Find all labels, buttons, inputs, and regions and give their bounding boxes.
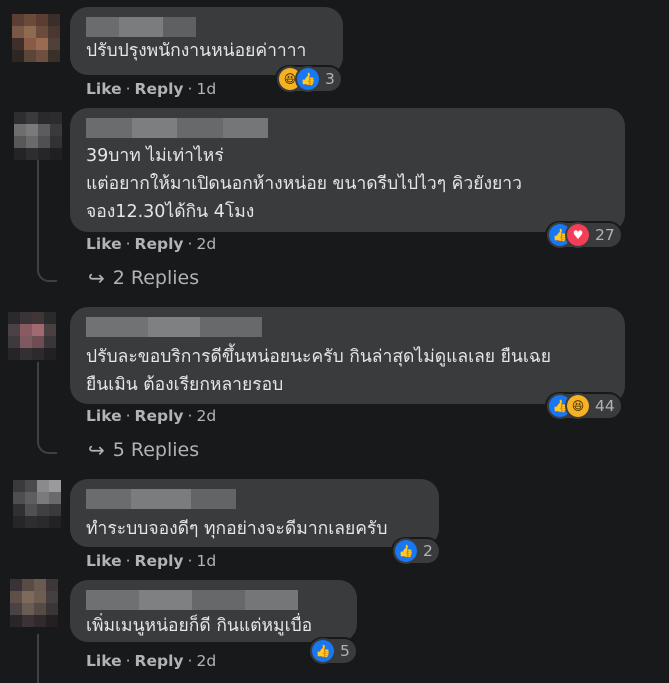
like-button[interactable]: Like [86,235,122,253]
reaction-count: 3 [325,70,335,88]
like-button[interactable]: Like [86,552,122,570]
like-button[interactable]: Like [86,80,122,98]
comment-bubble: ปรับละขอบริการดีขึ้นหน่อยนะครับ กินล่าสุ… [70,307,625,404]
reaction-count: 5 [340,642,350,660]
avatar[interactable] [13,480,61,528]
reactions-summary[interactable]: 👍 5 [310,639,356,663]
avatar[interactable] [10,579,58,627]
reply-button[interactable]: Reply [135,407,184,425]
comment-bubble: เพิ่มเมนูหน่อยก็ดี กินแต่หมูเบื่อ [70,580,357,642]
thread-line [37,362,39,442]
haha-reaction-icon: 😆 [567,395,589,417]
comments-section: ปรับปรุงพนักงานหน่อยค่าาาา 😆 👍 3 Like · … [0,0,669,683]
separator-dot: · [187,552,193,570]
timestamp[interactable]: 1d [196,80,216,98]
separator-dot: · [187,407,193,425]
separator-dot: · [125,652,131,670]
author-name-blurred[interactable] [86,489,236,509]
separator-dot: · [187,652,193,670]
view-replies-link[interactable]: ↪ 5 Replies [88,438,199,462]
comment-actions: Like · Reply · 2d [86,652,216,670]
author-name-blurred[interactable] [86,118,268,138]
separator-dot: · [125,407,131,425]
author-name-blurred[interactable] [86,590,298,610]
reply-arrow-icon: ↪ [88,266,105,290]
timestamp[interactable]: 1d [196,552,216,570]
reactions-summary[interactable]: 👍 😆 44 [547,394,621,418]
reaction-count: 2 [423,542,433,560]
reply-button[interactable]: Reply [135,652,184,670]
comment-actions: Like · Reply · 1d [86,80,216,98]
thread-connector [37,266,57,282]
author-name-blurred[interactable] [86,17,196,37]
thread-connector [37,438,57,454]
comment-text: ปรับปรุงพนักงานหน่อยค่าาาา [86,41,307,61]
reactions-summary[interactable]: 👍 ♥ 27 [547,223,621,247]
timestamp[interactable]: 2d [196,235,216,253]
avatar[interactable] [12,14,60,62]
separator-dot: · [125,235,131,253]
reply-arrow-icon: ↪ [88,438,105,462]
comment-text: ทำระบบจองดีๆ ทุกอย่างจะดีมากเลยครับ [86,519,388,539]
comment-bubble: 39บาท ไม่เท่าไหร่ แต่อยากให้มาเปิดนอกห้า… [70,108,625,232]
avatar[interactable] [8,312,56,360]
comment-text: เพิ่มเมนูหน่อยก็ดี กินแต่หมูเบื่อ [86,616,313,636]
separator-dot: · [187,80,193,98]
like-reaction-icon: 👍 [312,640,334,662]
view-replies-link[interactable]: ↪ 2 Replies [88,266,199,290]
comment-text: 39บาท ไม่เท่าไหร่ แต่อยากให้มาเปิดนอกห้า… [86,146,522,222]
separator-dot: · [125,80,131,98]
timestamp[interactable]: 2d [196,652,216,670]
reply-button[interactable]: Reply [135,552,184,570]
separator-dot: · [125,552,131,570]
reply-button[interactable]: Reply [135,80,184,98]
reply-button[interactable]: Reply [135,235,184,253]
love-reaction-icon: ♥ [567,224,589,246]
reactions-summary[interactable]: 😆 👍 3 [277,67,341,91]
thread-line [37,150,39,270]
comment-bubble: ทำระบบจองดีๆ ทุกอย่างจะดีมากเลยครับ [70,479,439,547]
like-button[interactable]: Like [86,652,122,670]
like-reaction-icon: 👍 [297,68,319,90]
reaction-count: 44 [595,397,615,415]
like-reaction-icon: 👍 [395,540,417,562]
comment-actions: Like · Reply · 1d [86,552,216,570]
thread-line [37,634,39,683]
separator-dot: · [187,235,193,253]
replies-count-label: 2 Replies [112,267,200,289]
comment-actions: Like · Reply · 2d [86,407,216,425]
replies-count-label: 5 Replies [112,439,200,461]
comment-bubble: ปรับปรุงพนักงานหน่อยค่าาาา [70,7,343,75]
like-button[interactable]: Like [86,407,122,425]
reactions-summary[interactable]: 👍 2 [393,539,439,563]
comment-text: ปรับละขอบริการดีขึ้นหน่อยนะครับ กินล่าสุ… [86,347,551,395]
comment-actions: Like · Reply · 2d [86,235,216,253]
author-name-blurred[interactable] [86,317,262,337]
reaction-count: 27 [595,226,615,244]
timestamp[interactable]: 2d [196,407,216,425]
avatar[interactable] [14,112,62,160]
